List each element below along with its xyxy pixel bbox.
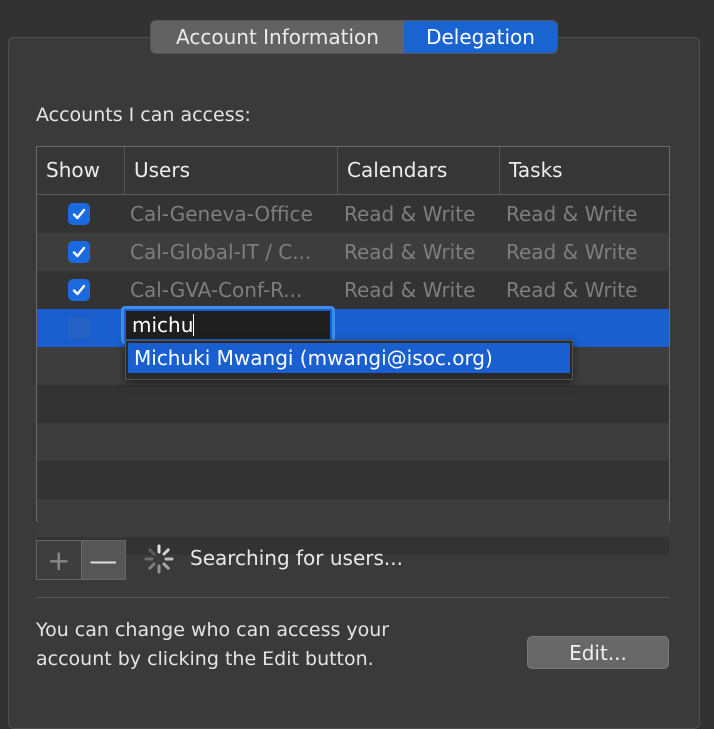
user-suggestion-item[interactable]: Michuki Mwangi (mwangi@isoc.org) <box>128 343 570 373</box>
user-suggestion-popup: Michuki Mwangi (mwangi@isoc.org) <box>125 340 573 380</box>
show-checkbox[interactable] <box>68 203 90 225</box>
user-search-value: michu <box>132 313 194 337</box>
loading-spinner-icon <box>144 544 174 574</box>
add-remove-buttons: + — <box>36 540 126 580</box>
user-cell: Cal-GVA-Conf-R... <box>130 278 303 302</box>
table-row-empty <box>37 423 669 461</box>
checkmark-icon <box>72 246 86 258</box>
column-header-tasks[interactable]: Tasks <box>499 147 669 194</box>
table-row-empty <box>37 385 669 423</box>
divider <box>36 597 670 598</box>
table-row[interactable]: Cal-Geneva-Office Read & Write Read & Wr… <box>37 195 669 233</box>
table-row-empty <box>37 461 669 499</box>
column-header-calendars[interactable]: Calendars <box>337 147 499 194</box>
text-caret <box>193 314 195 336</box>
tasks-cell[interactable]: Read & Write <box>506 271 666 309</box>
column-header-show[interactable]: Show <box>37 147 124 194</box>
calendars-cell[interactable]: Read & Write <box>344 233 494 271</box>
table-row[interactable]: Cal-Global-IT / C... Read & Write Read &… <box>37 233 669 271</box>
help-text: You can change who can access your accou… <box>36 619 390 670</box>
table-header: Show Users Calendars Tasks <box>37 147 669 195</box>
show-checkbox[interactable] <box>68 279 90 301</box>
add-delegate-button[interactable]: + <box>36 540 82 580</box>
edit-button[interactable]: Edit... <box>527 636 669 669</box>
user-cell: Cal-Geneva-Office <box>130 202 313 226</box>
checkmark-icon <box>72 284 86 296</box>
calendars-cell[interactable]: Read & Write <box>344 271 494 309</box>
user-search-input[interactable]: michu <box>121 306 335 344</box>
accounts-label: Accounts I can access: <box>36 104 251 126</box>
table-row[interactable]: Cal-GVA-Conf-R... Read & Write Read & Wr… <box>37 271 669 309</box>
tab-delegation[interactable]: Delegation <box>404 21 557 53</box>
search-status-text: Searching for users... <box>190 546 403 570</box>
tab-bar: Account Information Delegation <box>150 20 558 54</box>
delegates-table: Show Users Calendars Tasks Cal-Geneva-Of… <box>36 146 670 555</box>
table-row-empty <box>37 499 669 537</box>
tasks-cell[interactable]: Read & Write <box>506 195 666 233</box>
user-cell: Cal-Global-IT / C... <box>130 240 312 264</box>
remove-delegate-button[interactable]: — <box>81 540 126 580</box>
tab-account-information[interactable]: Account Information <box>151 21 404 53</box>
tasks-cell[interactable]: Read & Write <box>506 233 666 271</box>
checkmark-icon <box>72 208 86 220</box>
show-checkbox[interactable] <box>68 241 90 263</box>
show-checkbox[interactable] <box>68 317 90 339</box>
column-header-users[interactable]: Users <box>124 147 339 194</box>
calendars-cell[interactable]: Read & Write <box>344 195 494 233</box>
